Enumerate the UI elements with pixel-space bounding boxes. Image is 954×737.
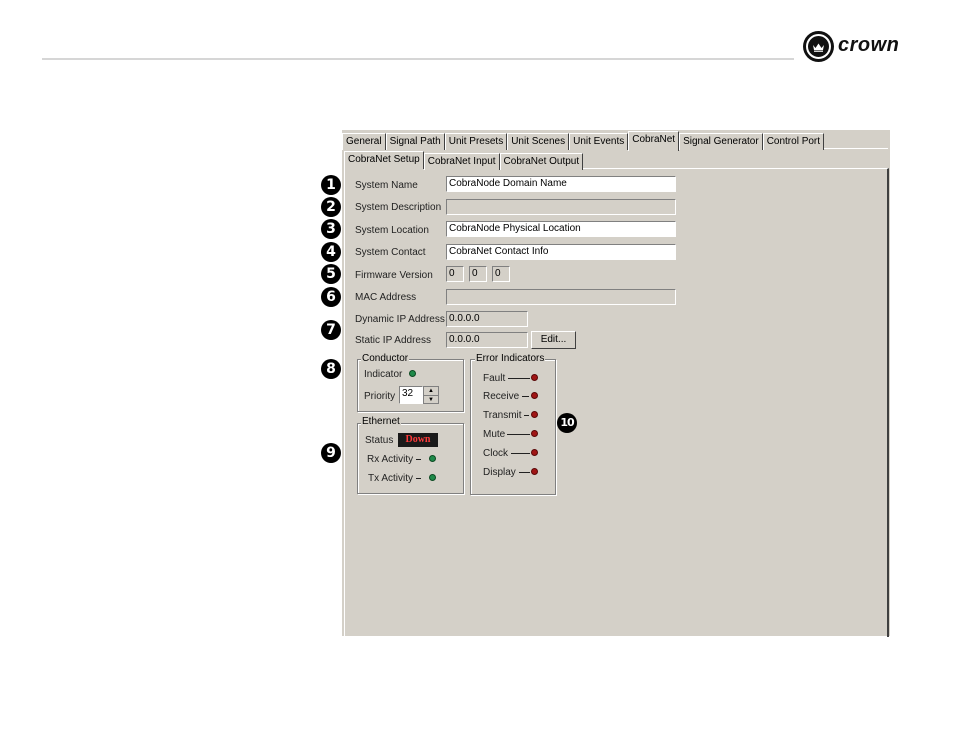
callout-marker-6: 6 [321,287,341,307]
crown-icon [813,43,824,52]
clock-label: Clock [483,448,509,459]
rx-activity-dash [416,459,421,460]
ethernet-group-title: Ethernet [361,416,401,427]
tx-activity-led [430,475,435,480]
clock-led [532,450,537,455]
system-location-input[interactable]: CobraNode Physical Location [446,221,676,237]
firmware-patch-field: 0 [492,266,510,282]
mac-address-label: MAC Address [355,292,417,303]
stepper-up-icon[interactable]: ▲ [424,387,438,396]
mute-label: Mute [483,429,506,440]
receive-dash [522,396,529,397]
header-rule [42,58,794,60]
dynamic-ip-label: Dynamic IP Address [355,314,445,325]
priority-input[interactable]: 32 [399,386,423,404]
system-description-input[interactable] [446,199,676,215]
tab-unit-scenes[interactable]: Unit Scenes [507,133,570,150]
tab-cobranet-input[interactable]: CobraNet Input [423,153,500,170]
rx-activity-label: Rx Activity [367,454,414,465]
transmit-dash [524,415,529,416]
tab-general[interactable]: General [342,133,386,150]
edit-static-ip-button[interactable]: Edit... [531,331,576,349]
system-description-label: System Description [355,202,442,213]
stepper-down-icon[interactable]: ▼ [424,396,438,404]
main-tab-bar: General Signal Path Unit Presets Unit Sc… [342,131,825,151]
priority-stepper[interactable]: ▲ ▼ [423,386,439,404]
tab-unit-events[interactable]: Unit Events [569,133,629,150]
dynamic-ip-field: 0.0.0.0 [446,311,528,327]
conductor-indicator-led [410,371,415,376]
callout-marker-8: 8 [321,359,341,379]
tx-activity-label: Tx Activity [368,473,414,484]
system-contact-input[interactable]: CobraNet Contact Info [446,244,676,260]
ethernet-status-label: Status [365,435,394,446]
callout-marker-9: 9 [321,443,341,463]
transmit-label: Transmit [483,410,522,421]
firmware-version-label: Firmware Version [355,270,433,281]
system-name-input[interactable]: CobraNode Domain Name [446,176,676,192]
system-contact-label: System Contact [355,247,426,258]
conductor-group-title: Conductor [361,353,410,364]
static-ip-label: Static IP Address [355,335,431,346]
system-location-label: System Location [355,225,429,236]
display-label: Display [483,467,516,478]
tab-unit-presets[interactable]: Unit Presets [444,133,508,150]
transmit-led [532,412,537,417]
callout-marker-4: 4 [321,242,341,262]
tab-control-port[interactable]: Control Port [762,133,825,150]
ethernet-status-badge: Down [398,433,438,447]
mute-led [532,431,537,436]
tx-activity-dash [416,478,421,479]
sub-tab-bar: CobraNet Setup CobraNet Input CobraNet O… [344,151,584,170]
fault-dash [508,378,530,379]
clock-dash [511,453,530,454]
conductor-indicator-label: Indicator [364,369,403,380]
tab-cobranet-output[interactable]: CobraNet Output [499,153,584,170]
fault-led [532,375,537,380]
callout-marker-3: 3 [321,219,341,239]
mute-dash [507,434,530,435]
display-led [532,469,537,474]
tab-signal-path[interactable]: Signal Path [385,133,445,150]
display-dash [519,472,530,473]
callout-marker-1: 1 [321,175,341,195]
error-indicators-title: Error Indicators [475,353,546,364]
callout-marker-5: 5 [321,264,341,284]
tab-cobranet[interactable]: CobraNet [628,131,680,151]
firmware-minor-field: 0 [469,266,487,282]
rx-activity-led [430,456,435,461]
static-ip-field: 0.0.0.0 [446,332,528,348]
firmware-major-field: 0 [446,266,464,282]
callout-marker-10: 10 [557,413,577,433]
mac-address-field [446,289,676,305]
callout-marker-7: 7 [321,320,341,340]
receive-led [532,393,537,398]
fault-label: Fault [483,373,506,384]
crown-logo-icon [803,31,834,62]
callout-marker-2: 2 [321,197,341,217]
priority-label: Priority [364,391,396,402]
tab-signal-generator[interactable]: Signal Generator [679,133,763,150]
system-name-label: System Name [355,180,418,191]
brand-logo-text: crown [838,34,900,56]
tab-cobranet-setup[interactable]: CobraNet Setup [344,151,424,169]
receive-label: Receive [483,391,520,402]
